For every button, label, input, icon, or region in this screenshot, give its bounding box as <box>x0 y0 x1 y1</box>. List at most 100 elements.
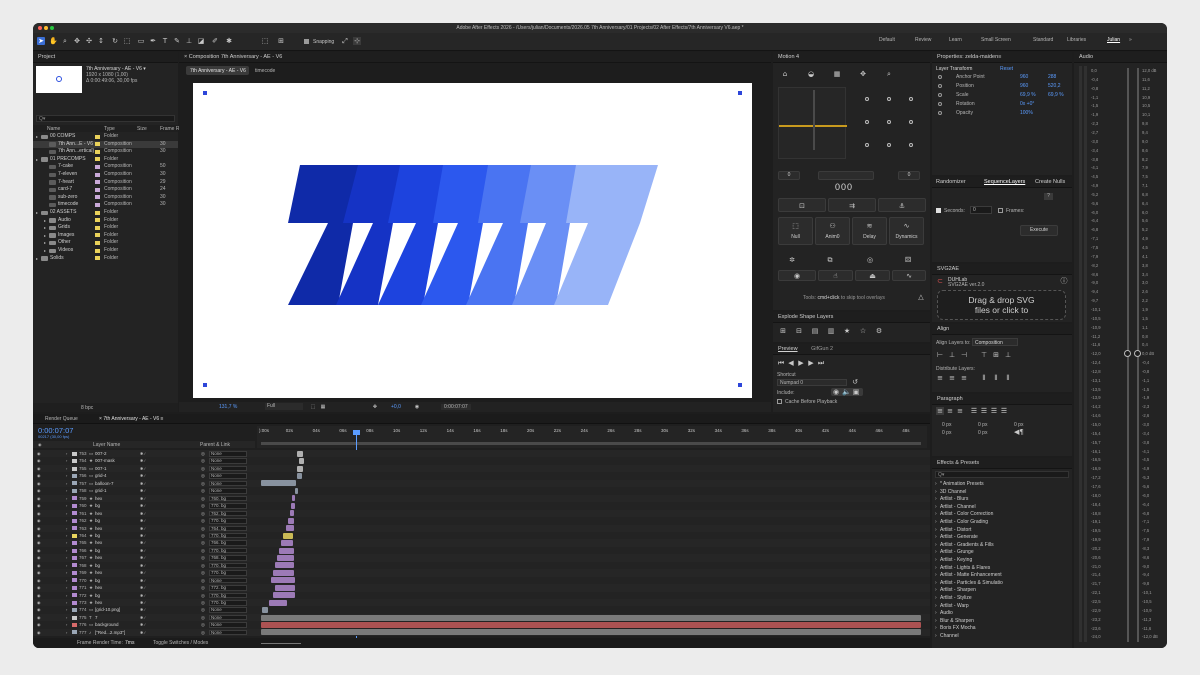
align-right-icon[interactable]: ⊣ <box>960 351 968 359</box>
layer-switch-icon[interactable]: ✱ ⁄ <box>140 465 145 473</box>
workspace-tab[interactable]: Learn <box>949 37 962 43</box>
anchor-point[interactable] <box>865 120 869 124</box>
pan-tool-icon[interactable]: ✣ <box>85 37 93 45</box>
layer-label-color[interactable] <box>72 585 77 590</box>
expand-layer-icon[interactable]: › <box>66 472 67 480</box>
align-hcenter-icon[interactable]: ⊥ <box>948 351 956 359</box>
layer-label-color[interactable] <box>72 593 77 598</box>
timeline-layer-row[interactable]: ◉ › 766 ★ bg ✱ ⁄ ◎ 770. bg <box>33 546 930 555</box>
justify-left-icon[interactable]: ☰ <box>970 407 978 415</box>
parent-pickwhip-icon[interactable]: ◎ <box>201 629 205 637</box>
explode-icon[interactable]: ⊞ <box>779 327 787 335</box>
layer-switch-icon[interactable]: ✱ ⁄ <box>140 584 145 592</box>
hand-tool-icon[interactable]: ✋ <box>49 37 58 45</box>
merge-icon[interactable]: ⊟ <box>795 327 803 335</box>
align-vcenter-icon[interactable]: ⊞ <box>992 351 1000 359</box>
anchor-point[interactable] <box>909 120 913 124</box>
space-after-field[interactable]: 0 px <box>978 430 987 436</box>
workspace-tab[interactable]: Default <box>879 37 895 43</box>
eye-toggle[interactable]: ◉ <box>778 270 816 281</box>
anchor-point[interactable] <box>887 143 891 147</box>
layer-duration-bar[interactable] <box>273 569 294 576</box>
parent-pickwhip-icon[interactable]: ◎ <box>201 487 205 495</box>
visibility-eye-icon[interactable]: ◉ <box>37 599 41 607</box>
settings-icon[interactable]: ⚙ <box>875 327 883 335</box>
parent-pickwhip-icon[interactable]: ◎ <box>201 502 205 510</box>
help-badge[interactable]: ? <box>1044 193 1053 200</box>
timeline-layer-row[interactable]: ◉ › 762 ★ bg ✱ ⁄ ◎ 770. bg <box>33 517 930 525</box>
clone-icon[interactable]: ⧉ <box>826 256 834 264</box>
comp-tab[interactable]: 7th Anniversary - AE - V6 <box>186 66 249 75</box>
effect-category[interactable]: › Artlist - Blurs <box>932 496 1072 504</box>
workspace-tab[interactable]: Standard <box>1033 37 1053 43</box>
layer-duration-bar[interactable] <box>281 540 293 547</box>
toggle-switches-button[interactable]: Toggle Switches / Modes <box>153 640 208 646</box>
visibility-eye-icon[interactable]: ◉ <box>37 525 41 533</box>
timeline-layer-row[interactable]: ◉ › 767 ★ hex ✱ ⁄ ◎ 768. bg <box>33 554 930 562</box>
property-value[interactable]: 100% <box>1020 110 1033 116</box>
anchor-point[interactable] <box>887 97 891 101</box>
layer-duration-bar[interactable] <box>275 584 295 591</box>
parent-select[interactable]: None <box>209 473 247 479</box>
visibility-eye-icon[interactable]: ◉ <box>37 614 41 622</box>
playhead-handle[interactable] <box>353 430 360 435</box>
layer-label-color[interactable] <box>72 533 77 538</box>
layer-label-color[interactable] <box>72 600 77 605</box>
layer-label-color[interactable] <box>72 511 77 516</box>
timeline-layer-row[interactable]: ◉ › 772 ★ bg ✱ ⁄ ◎ 770. bg <box>33 591 930 600</box>
layer-switch-icon[interactable]: ✱ ⁄ <box>140 562 145 570</box>
visibility-eye-icon[interactable]: ◉ <box>37 554 41 562</box>
indent-right-field[interactable]: 0 px <box>942 430 951 436</box>
effect-category[interactable]: › Audio <box>932 610 1072 618</box>
label-color-swatch[interactable] <box>95 172 100 177</box>
type-tool-icon[interactable]: T <box>161 37 169 45</box>
puppet-tool-icon[interactable]: ✱ <box>225 37 233 45</box>
visibility-eye-icon[interactable]: ◉ <box>37 584 41 592</box>
project-item[interactable]: 7-heart Composition 29 <box>33 179 178 187</box>
clone-stamp-tool-icon[interactable]: ⊥ <box>185 37 193 45</box>
project-item[interactable]: sub-zero Composition 30 <box>33 194 178 202</box>
project-item[interactable]: ▸ Other Folder <box>33 239 178 247</box>
layer-label-color[interactable] <box>72 481 77 486</box>
eraser-tool-icon[interactable]: ◪ <box>197 37 205 45</box>
visibility-eye-icon[interactable]: ◉ <box>37 606 41 614</box>
layer-switch-icon[interactable]: ✱ ⁄ <box>140 599 145 607</box>
expand-layer-icon[interactable]: › <box>66 502 67 510</box>
align-text-right-icon[interactable]: ≡ <box>956 407 964 415</box>
rotate-tool-icon[interactable]: ↻ <box>111 37 119 45</box>
label-color-swatch[interactable] <box>95 165 100 170</box>
parent-select[interactable]: 770. bg <box>209 518 247 524</box>
orbit-tool-icon[interactable]: ✥ <box>73 37 81 45</box>
parent-pickwhip-icon[interactable]: ◎ <box>201 495 205 503</box>
motion-align-button[interactable]: ⊡ <box>778 198 826 212</box>
effect-category[interactable]: › Artlist - Keying <box>932 557 1072 565</box>
layer-duration-bar[interactable] <box>297 450 303 457</box>
property-value-2[interactable]: 69,9 % <box>1048 92 1064 98</box>
layer-duration-bar[interactable] <box>261 622 921 629</box>
scrub-field[interactable] <box>818 171 874 180</box>
expand-layer-icon[interactable]: › <box>66 510 67 518</box>
disclosure-icon[interactable]: ▸ <box>36 255 38 263</box>
shortcut-select[interactable]: Numpad 0 <box>777 379 847 386</box>
motion-action-button[interactable]: ⬚ Null <box>778 217 813 245</box>
layer-switch-icon[interactable]: ✱ ⁄ <box>140 539 145 547</box>
layer-label-color[interactable] <box>72 488 77 493</box>
resolution-select[interactable]: Full <box>265 403 303 410</box>
home-icon[interactable]: ⌂ <box>781 70 789 78</box>
parent-select[interactable]: 762. bg <box>209 510 247 517</box>
label-color-swatch[interactable] <box>95 210 100 215</box>
expand-layer-icon[interactable]: › <box>66 584 67 592</box>
layer-duration-bar[interactable] <box>269 599 287 606</box>
layer-switch-icon[interactable]: ✱ ⁄ <box>140 577 145 585</box>
curve-editor[interactable] <box>778 87 847 159</box>
layer-switch-icon[interactable]: ✱ ⁄ <box>140 621 145 629</box>
timeline-layer-row[interactable]: ◉ › 769 ★ hex ✱ ⁄ ◎ 770. bg <box>33 569 930 577</box>
wave-toggle[interactable]: ∿ <box>892 270 926 281</box>
timeline-layer-row[interactable]: ◉ › 774 ▭ [grid-10.png] ✱ ⁄ ◎ None <box>33 606 930 614</box>
expand-layer-icon[interactable]: › <box>66 606 67 614</box>
layer-label-color[interactable] <box>72 459 77 464</box>
layer-switch-icon[interactable]: ✱ ⁄ <box>140 614 145 622</box>
disclosure-icon[interactable]: ▸ <box>36 156 38 164</box>
gifgun-tab[interactable]: GifGun 2 <box>811 346 833 352</box>
effects-header[interactable]: Effects & Presets <box>932 458 1072 469</box>
